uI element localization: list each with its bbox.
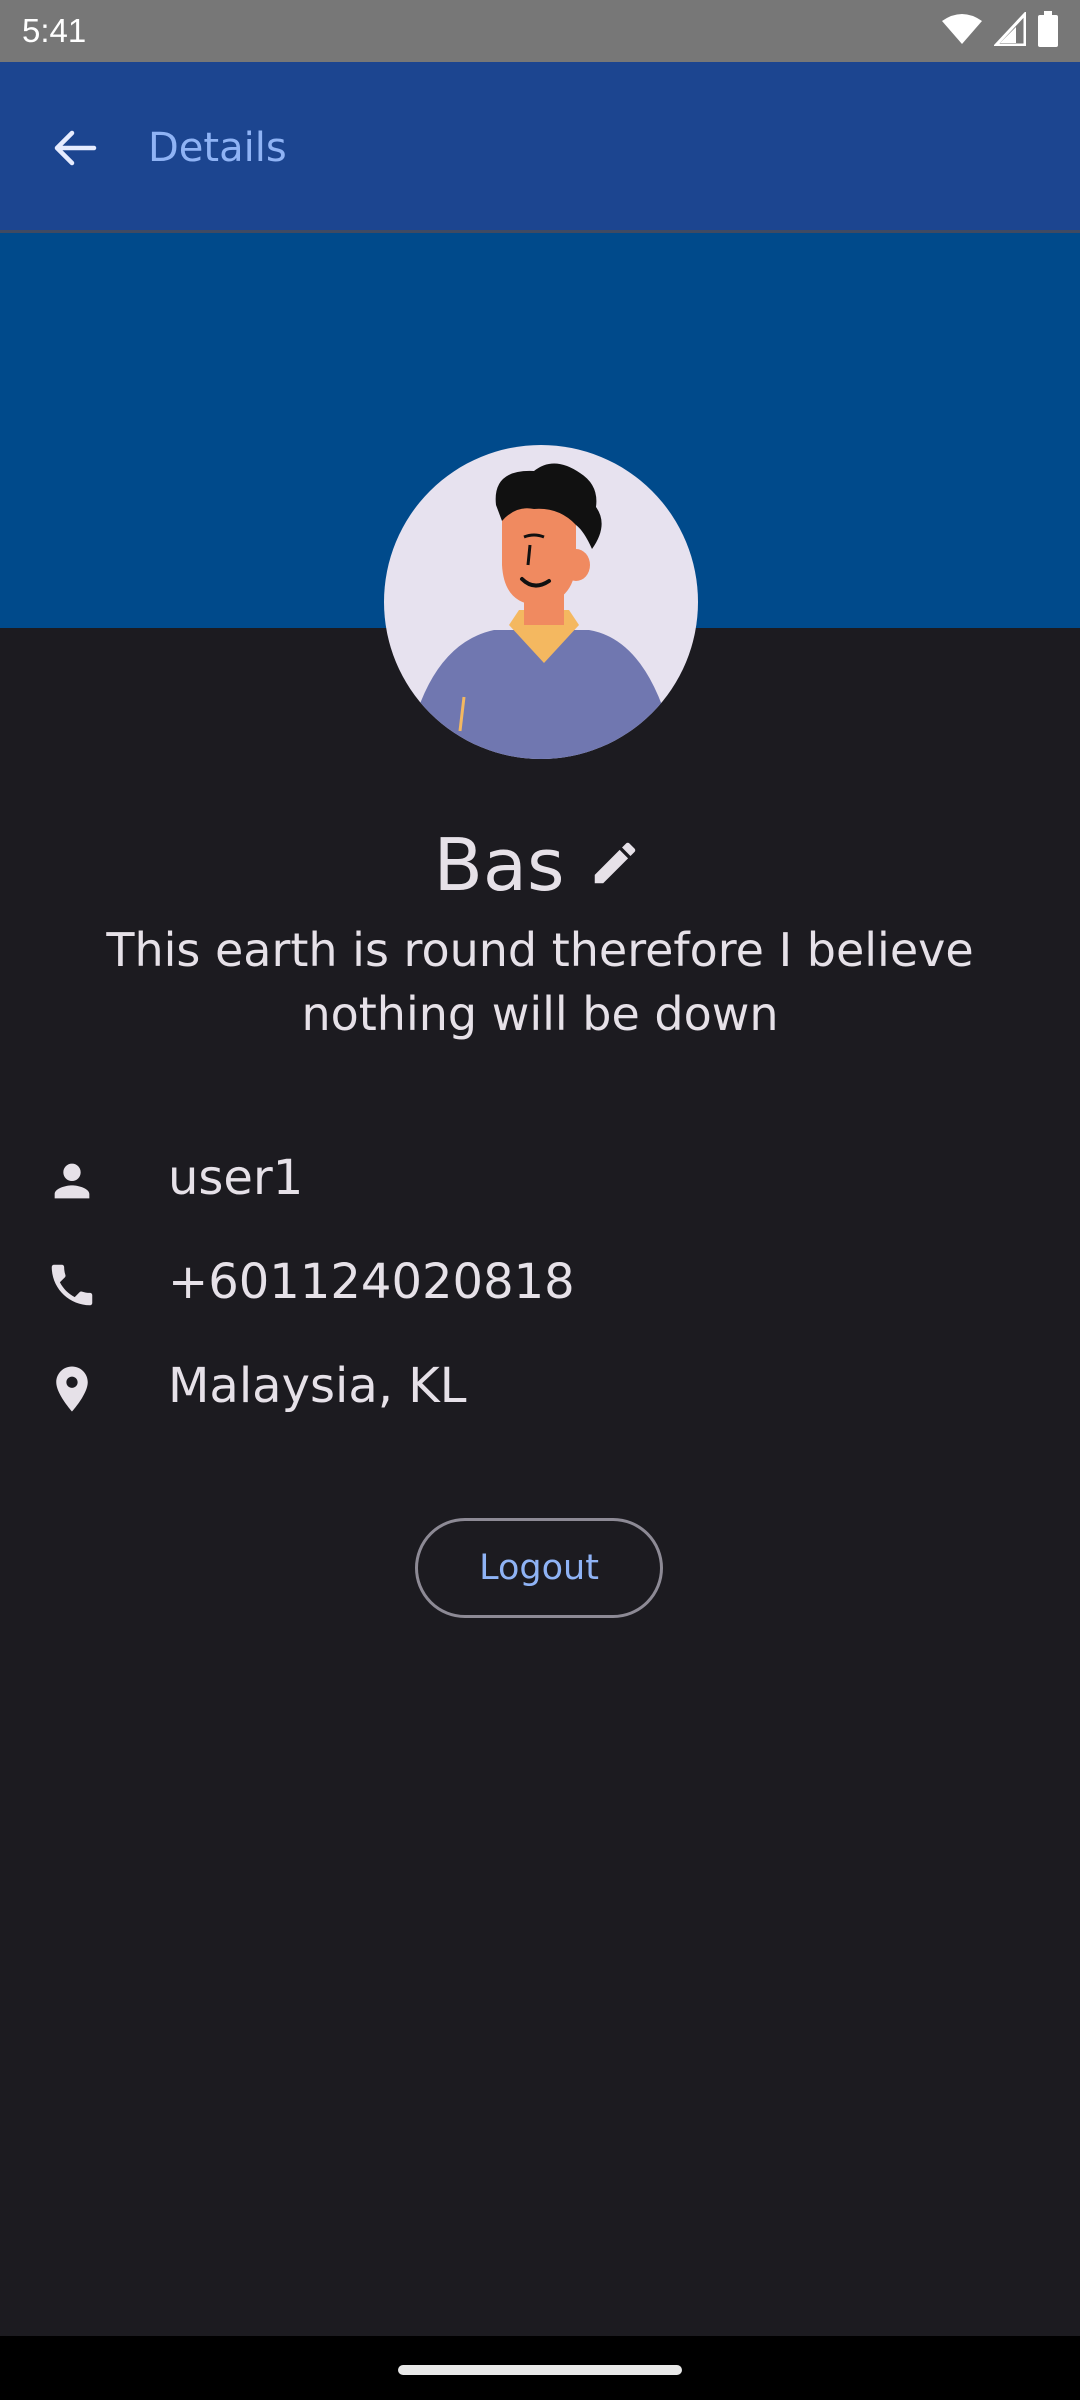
phone-text: +601124020818 — [168, 1254, 575, 1310]
status-bar: 5:41 — [0, 0, 1080, 62]
phone-row: +601124020818 — [0, 1237, 1080, 1327]
edit-name-button[interactable] — [583, 833, 647, 897]
person-icon — [42, 1151, 102, 1211]
profile-name-row: Bas — [0, 815, 1080, 915]
status-icons — [942, 10, 1058, 51]
profile-bio: This earth is round therefore I believe … — [106, 923, 974, 1041]
location-row: Malaysia, KL — [0, 1341, 1080, 1431]
system-nav-bar — [0, 2336, 1080, 2400]
avatar-illustration — [405, 463, 674, 759]
pencil-icon — [588, 836, 642, 894]
username-text: user1 — [168, 1150, 304, 1206]
profile-name: Bas — [433, 823, 565, 907]
back-button[interactable] — [36, 112, 112, 188]
app-bar: Details — [0, 62, 1080, 230]
battery-icon — [1038, 11, 1058, 51]
avatar[interactable] — [384, 445, 698, 759]
wifi-icon — [942, 13, 982, 49]
page-title: Details — [148, 125, 287, 171]
logout-button[interactable]: Logout — [415, 1518, 663, 1618]
location-pin-icon — [42, 1359, 102, 1419]
home-indicator[interactable] — [398, 2365, 682, 2375]
location-text: Malaysia, KL — [168, 1358, 467, 1414]
username-row: user1 — [0, 1133, 1080, 1223]
arrow-back-icon — [50, 124, 98, 176]
phone-icon — [42, 1255, 102, 1315]
signal-icon — [992, 10, 1027, 50]
status-time: 5:41 — [22, 12, 87, 49]
